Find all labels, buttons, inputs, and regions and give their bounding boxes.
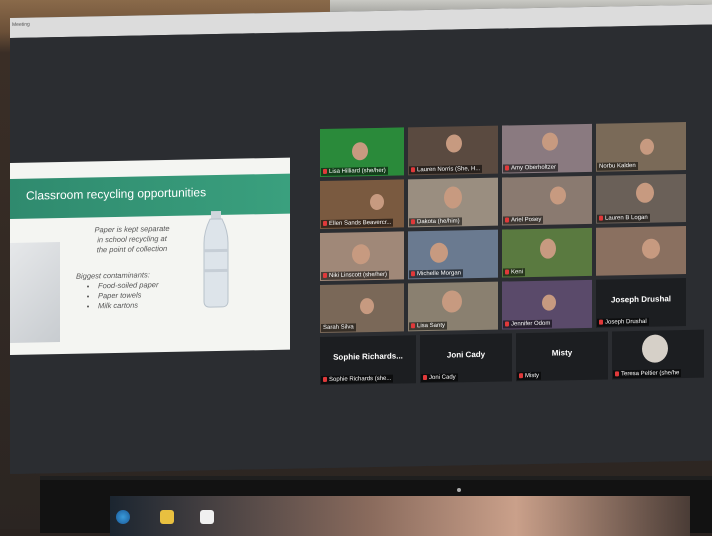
video-tile[interactable]: Ellen Sands Beavercr... (320, 179, 404, 230)
video-tile[interactable]: Misty Misty (516, 331, 608, 382)
participant-face (352, 142, 368, 161)
slide-paper-text: Paper is kept separate in school recycli… (72, 224, 192, 256)
video-tile[interactable]: Dakota (he/him) (408, 177, 498, 228)
mic-muted-icon (519, 373, 523, 379)
participant-name: Teresa Peltier (she/he (613, 369, 682, 379)
participant-face (370, 193, 384, 211)
slide-title: Classroom recycling opportunities (26, 185, 207, 203)
participant-center-name: Sophie Richards... (333, 351, 403, 362)
participant-name: Niki Linscott (she/her) (321, 270, 390, 281)
mic-muted-icon (423, 374, 427, 380)
video-tile[interactable]: Lisa Hilliard (she/her) (320, 127, 404, 178)
participant-face (550, 186, 566, 205)
video-tile[interactable] (596, 226, 686, 276)
video-tile[interactable]: Lauren B Logan (596, 174, 686, 224)
participant-face (444, 186, 462, 209)
participant-face (542, 132, 558, 151)
participant-face (446, 134, 462, 153)
video-tile[interactable]: Sarah Silva (320, 283, 404, 334)
video-tile[interactable]: Keni (502, 227, 592, 278)
participant-center-name: Joni Cady (446, 349, 486, 360)
participant-face (430, 242, 448, 263)
participant-name: Lisa Santy (409, 321, 448, 331)
mic-muted-icon (411, 323, 415, 329)
mic-muted-icon (411, 219, 415, 225)
video-tile[interactable]: Michelle Morgan (408, 229, 498, 280)
participant-face (540, 238, 556, 259)
mic-muted-icon (323, 220, 327, 226)
shared-slide: Classroom recycling opportunities Paper … (10, 157, 290, 355)
participant-center-name: Joseph Drushal (610, 294, 671, 305)
participant-name: Keni (503, 268, 526, 277)
mic-muted-icon (505, 269, 509, 275)
window-title: Meeting (12, 21, 30, 28)
mic-muted-icon (599, 319, 603, 325)
video-tile[interactable]: Joni Cady Joni Cady (420, 333, 512, 384)
participant-face (642, 238, 660, 259)
video-tile[interactable]: Lisa Santy (408, 281, 498, 332)
participant-name: Lauren B Logan (597, 213, 650, 223)
participant-name: Amy Oberholtzer (503, 163, 559, 173)
participant-name: Sophie Richards (she... (321, 374, 394, 385)
video-tile[interactable]: Jennifer Odom (502, 279, 592, 330)
mic-muted-icon (505, 165, 509, 171)
video-tile[interactable]: Joseph Drushal Joseph Drushal (596, 278, 686, 328)
participant-name: Joseph Drushal (597, 317, 649, 327)
water-bottle-image (203, 210, 229, 308)
mic-muted-icon (411, 271, 415, 277)
laptop-screen (110, 496, 690, 536)
participant-face (442, 290, 462, 313)
video-tile[interactable]: Teresa Peltier (she/he (612, 329, 704, 380)
participant-name: Lauren Norris (She, H... (409, 164, 483, 175)
list-item: Milk cartons (98, 299, 196, 311)
video-tile[interactable]: Sophie Richards... Sophie Richards (she.… (320, 335, 416, 386)
participant-name: Sarah Silva (321, 323, 356, 333)
participant-name: Joni Cady (421, 373, 458, 383)
mic-muted-icon (505, 217, 509, 223)
mic-muted-icon (599, 215, 603, 221)
contaminants-list: Food-soiled paper Paper towels Milk cart… (76, 279, 196, 311)
participant-face (352, 244, 370, 265)
video-tile[interactable]: Niki Linscott (she/her) (320, 231, 404, 282)
video-tile[interactable]: Ariel Posey (502, 175, 592, 226)
participant-center-name: Misty (551, 348, 573, 358)
participant-face (636, 182, 654, 203)
app-icon (160, 510, 174, 524)
video-tile[interactable]: Lauren Norris (She, H... (408, 125, 498, 176)
meeting-window: Classroom recycling opportunities Paper … (10, 24, 712, 475)
paper-stack-image (10, 242, 60, 343)
participant-name: Lisa Hilliard (she/her) (321, 166, 388, 177)
webcam-icon (457, 488, 461, 492)
participant-face (360, 298, 374, 315)
video-tile[interactable]: Norbu Kalden (596, 122, 686, 172)
video-grid: Lisa Hilliard (she/her) Lauren Norris (S… (320, 122, 712, 386)
video-tile[interactable]: Amy Oberholtzer (502, 123, 592, 174)
participant-name: Ariel Posey (503, 215, 544, 225)
globe-icon (116, 510, 130, 524)
app-icon (200, 510, 214, 524)
participant-name: Norbu Kalden (597, 161, 638, 171)
participant-name: Misty (517, 371, 541, 381)
slide-line: the point of collection (96, 243, 168, 255)
participant-name: Michelle Morgan (409, 269, 464, 279)
mic-muted-icon (323, 168, 327, 174)
mic-muted-icon (615, 371, 619, 377)
participant-face (542, 294, 556, 311)
mic-muted-icon (323, 376, 327, 382)
participant-name: Ellen Sands Beavercr... (321, 218, 394, 229)
mic-muted-icon (411, 167, 415, 173)
participant-face (642, 334, 668, 363)
participant-name: Dakota (he/him) (409, 217, 462, 227)
participant-name: Jennifer Odom (503, 319, 553, 329)
participant-face (640, 138, 654, 155)
monitor-screen: Meeting Classroom recycling opportunitie… (10, 4, 712, 475)
slide-header: Classroom recycling opportunities (10, 173, 290, 219)
laptop-foreground (40, 476, 712, 536)
mic-muted-icon (505, 321, 509, 327)
mic-muted-icon (323, 272, 327, 278)
slide-contaminants: Biggest contaminants: Food-soiled paper … (76, 269, 196, 311)
